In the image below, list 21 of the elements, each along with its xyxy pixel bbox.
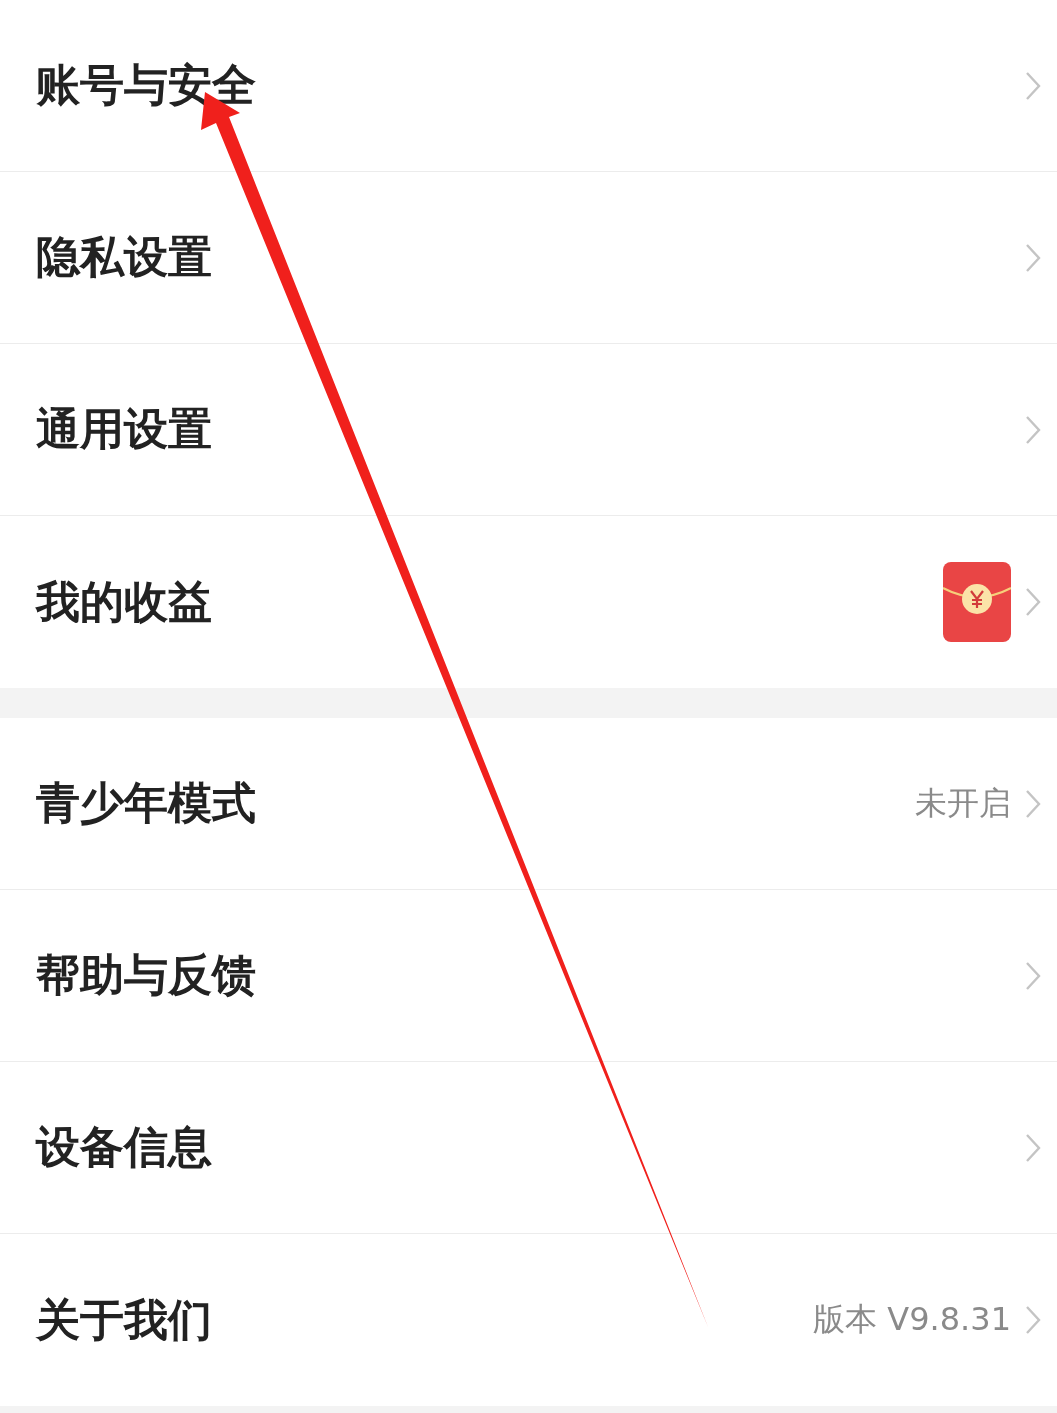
item-label: 青少年模式	[36, 776, 256, 830]
item-label: 账号与安全	[36, 58, 256, 112]
chevron-icon	[1025, 788, 1041, 819]
item-label: 通用设置	[36, 402, 212, 456]
settings-item[interactable]: 我的收益	[0, 516, 1057, 688]
item-label: 关于我们	[36, 1292, 212, 1347]
item-value: 未开启	[915, 782, 1011, 824]
settings-item[interactable]: 关于我们 版本 V9.8.31	[0, 1234, 1057, 1406]
chevron-icon	[1025, 242, 1041, 273]
chevron-icon	[1025, 1132, 1041, 1163]
money-envelope-icon	[943, 562, 1011, 642]
chevron-icon	[1025, 70, 1041, 101]
item-value: 版本 V9.8.31	[813, 1299, 1011, 1340]
item-label: 设备信息	[36, 1120, 212, 1174]
chevron-icon	[1025, 1305, 1041, 1335]
item-label: 隐私设置	[36, 230, 212, 284]
chevron-icon	[1025, 414, 1041, 445]
item-label: 帮助与反馈	[36, 948, 256, 1002]
chevron-icon	[1025, 960, 1041, 991]
item-label: 我的收益	[36, 574, 212, 629]
chevron-icon	[1025, 587, 1041, 617]
